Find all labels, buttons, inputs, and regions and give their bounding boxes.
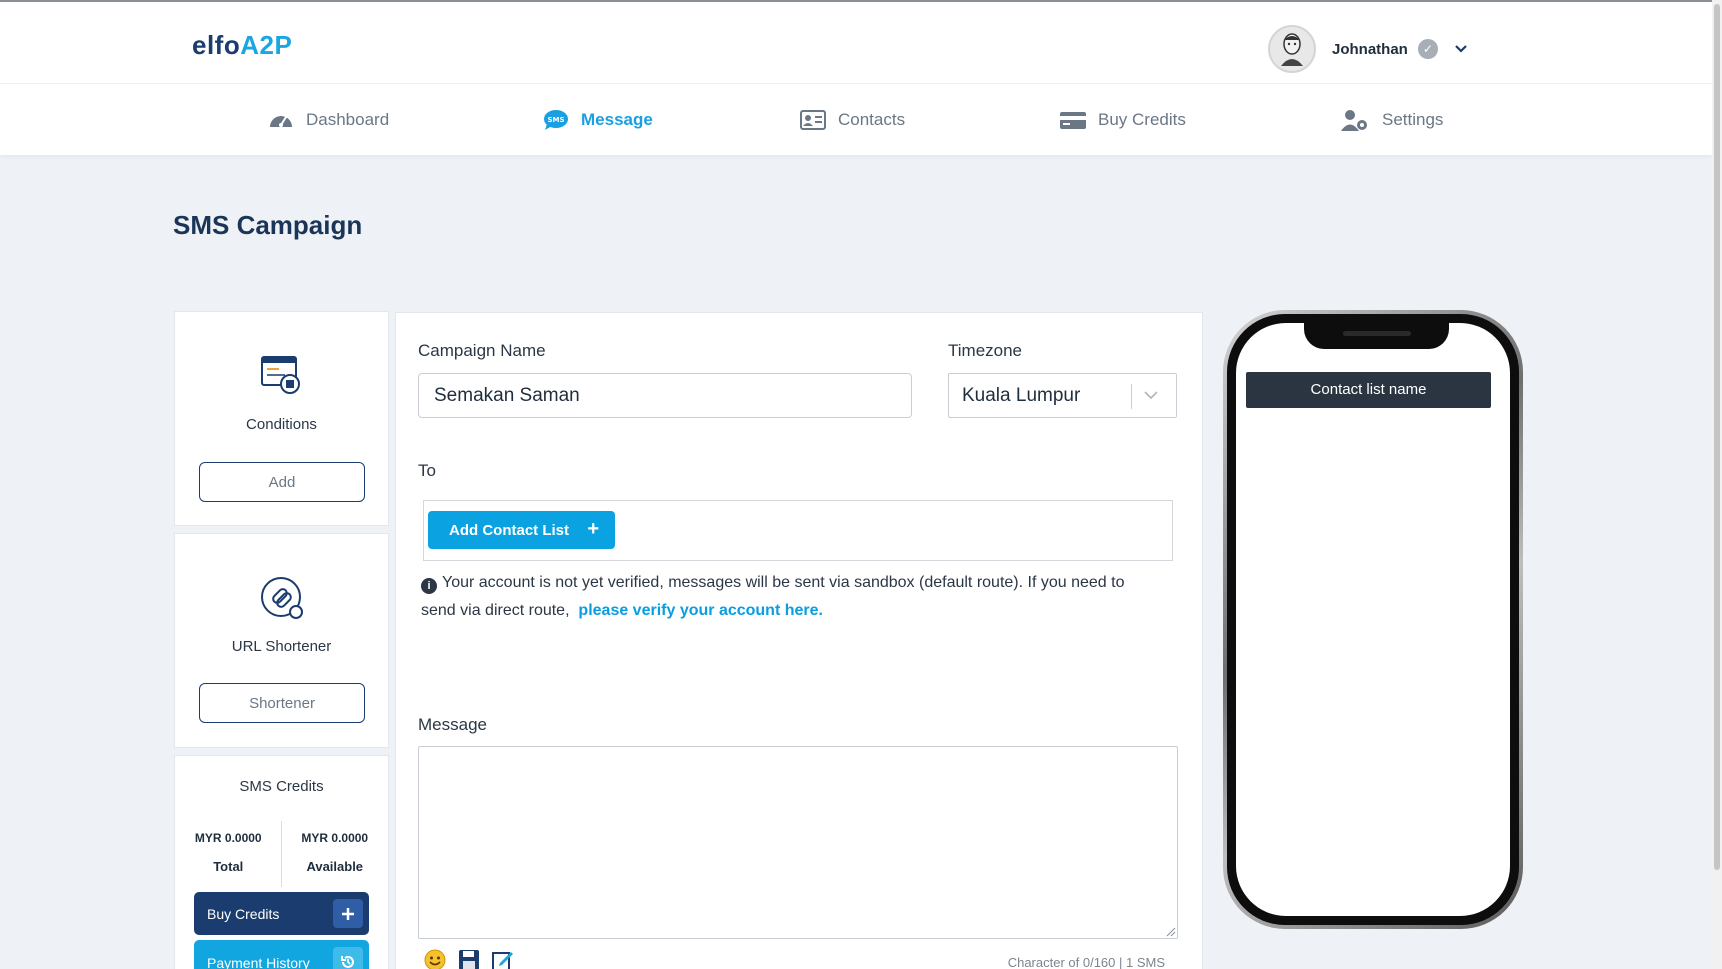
- nav-item-buy-credits[interactable]: Buy Credits: [1060, 104, 1186, 136]
- nav-label: Dashboard: [306, 110, 390, 129]
- nav-label: Contacts: [838, 110, 906, 129]
- nav-item-settings[interactable]: Settings: [1340, 104, 1443, 136]
- user-portrait-icon: [1281, 33, 1303, 66]
- add-condition-button[interactable]: Add: [199, 462, 365, 502]
- conditions-label: Conditions: [246, 416, 317, 433]
- logo-text: elfo: [192, 30, 241, 60]
- buy-credits-button[interactable]: Buy Credits: [194, 892, 369, 935]
- save-template-icon[interactable]: [458, 949, 480, 969]
- add-contact-list-button[interactable]: Add Contact List +: [428, 511, 615, 549]
- credit-card-icon: [1060, 112, 1086, 129]
- app-logo[interactable]: elfoA2P: [192, 30, 292, 61]
- credits-total: MYR 0.0000 Total: [175, 819, 282, 885]
- info-icon: i: [421, 578, 437, 594]
- credits-divider: [281, 821, 282, 887]
- campaign-name-label: Campaign Name: [418, 341, 546, 360]
- dashboard-gauge-icon: [270, 116, 292, 127]
- nav-label: Message: [581, 110, 653, 129]
- url-shortener-label: URL Shortener: [231, 638, 332, 655]
- link-icon: [261, 577, 303, 619]
- sms-credits-title: SMS Credits: [239, 778, 324, 795]
- page-scrollbar[interactable]: [1712, 0, 1722, 969]
- nav-label: Settings: [1382, 110, 1444, 129]
- conditions-icon: [261, 356, 300, 394]
- resize-handle-icon[interactable]: [1166, 927, 1176, 937]
- character-count: Character of 0/160 | 1 SMS: [1007, 955, 1165, 969]
- timezone-label: Timezone: [948, 341, 1023, 360]
- chevron-down-icon[interactable]: [1454, 44, 1468, 54]
- phone-bezel: Contact list name: [1227, 314, 1519, 925]
- conditions-card: Conditions Add: [174, 311, 389, 526]
- logo-accent-text: A2P: [240, 30, 293, 60]
- to-label: To: [418, 461, 436, 480]
- chevron-down-icon[interactable]: [1143, 388, 1159, 402]
- phone-speaker: [1343, 331, 1411, 336]
- username[interactable]: Johnathan: [1332, 41, 1408, 58]
- main-nav: Dashboard SMS Message Contacts Buy Credi…: [0, 83, 1712, 155]
- svg-text:SMS: SMS: [547, 116, 564, 124]
- verified-badge-icon: ✓: [1417, 39, 1438, 59]
- top-header: elfoA2P Johnathan ✓: [0, 0, 1712, 83]
- edit-template-icon[interactable]: [492, 949, 514, 969]
- recipients-box[interactable]: Add Contact List +: [423, 500, 1173, 561]
- add-contact-list-label: Add Contact List: [449, 521, 569, 539]
- plus-icon: +: [587, 518, 599, 540]
- timezone-select[interactable]: Kuala Lumpur: [948, 373, 1177, 418]
- message-textarea[interactable]: [418, 746, 1178, 939]
- select-separator: [1131, 384, 1132, 409]
- scrollbar-thumb[interactable]: [1714, 4, 1720, 870]
- shortener-button[interactable]: Shortener: [199, 683, 365, 723]
- contact-card-icon: [800, 110, 826, 130]
- nav-item-dashboard[interactable]: Dashboard: [268, 104, 389, 136]
- preview-contact-list-name: Contact list name: [1246, 372, 1491, 408]
- phone-notch: [1304, 323, 1449, 349]
- nav-item-contacts[interactable]: Contacts: [800, 104, 905, 136]
- verify-account-link[interactable]: please verify your account here.: [578, 602, 823, 619]
- campaign-form: Campaign Name Timezone Kuala Lumpur To A…: [395, 312, 1203, 969]
- campaign-name-input[interactable]: [418, 373, 912, 418]
- nav-label: Buy Credits: [1098, 110, 1186, 129]
- timezone-value: Kuala Lumpur: [962, 385, 1081, 406]
- credits-available: MYR 0.0000 Available: [282, 819, 389, 885]
- user-gear-icon: [1341, 110, 1367, 131]
- credits-summary: MYR 0.0000 Total MYR 0.0000 Available: [175, 819, 389, 887]
- total-amount: MYR 0.0000: [194, 831, 262, 845]
- available-label: Available: [306, 859, 364, 874]
- avatar[interactable]: [1268, 25, 1316, 73]
- verification-notice: i Your account is not yet verified, messa…: [421, 569, 1161, 625]
- message-toolbar: [424, 949, 514, 969]
- emoji-icon[interactable]: [424, 949, 446, 969]
- message-label: Message: [418, 715, 487, 734]
- page-title: SMS Campaign: [173, 210, 363, 240]
- url-shortener-card: URL Shortener Shortener: [174, 533, 389, 748]
- phone-screen: Contact list name: [1236, 323, 1510, 916]
- sms-bubble-icon: SMS: [544, 110, 568, 130]
- available-amount: MYR 0.0000: [301, 831, 369, 845]
- user-menu[interactable]: Johnathan ✓: [1268, 24, 1468, 74]
- phone-preview: Contact list name: [1223, 310, 1523, 929]
- payment-history-label: Payment History: [207, 955, 310, 969]
- nav-item-message[interactable]: SMS Message: [543, 104, 653, 136]
- payment-history-button[interactable]: Payment History: [194, 940, 369, 969]
- buy-credits-label: Buy Credits: [207, 905, 280, 922]
- history-icon: [333, 947, 363, 969]
- total-label: Total: [213, 859, 244, 874]
- sms-credits-card: SMS Credits MYR 0.0000 Total MYR 0.0000 …: [174, 755, 389, 969]
- plus-icon: [333, 899, 363, 928]
